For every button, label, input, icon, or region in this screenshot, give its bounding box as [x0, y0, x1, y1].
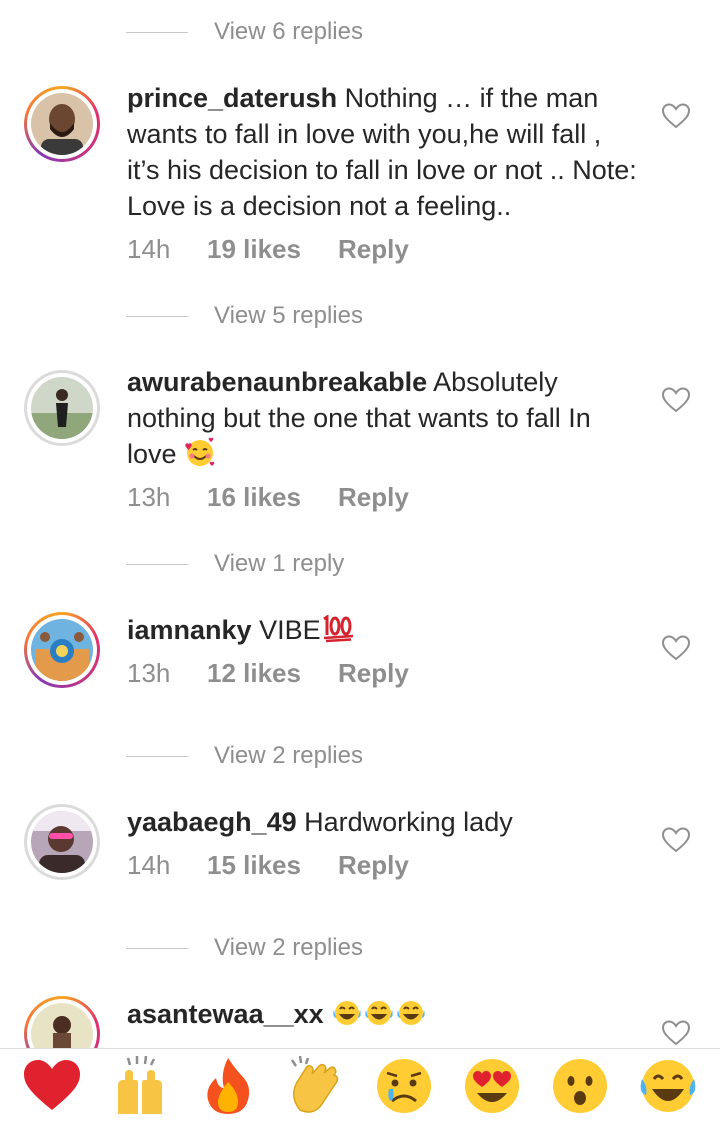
view-replies-row[interactable]: View 2 replies: [0, 736, 720, 776]
avatar[interactable]: [24, 804, 100, 880]
comment-likes[interactable]: 16 likes: [207, 479, 338, 515]
smiling-face-with-hearts-icon: [184, 437, 216, 478]
view-replies-row[interactable]: View 2 replies: [0, 928, 720, 968]
red-heart-icon[interactable]: [21, 1055, 83, 1117]
tears-of-joy-icon[interactable]: [637, 1055, 699, 1117]
comment-text: VIBE: [259, 615, 321, 645]
like-heart-icon[interactable]: [662, 1020, 690, 1046]
comment-likes[interactable]: 12 likes: [207, 655, 338, 691]
replies-divider-line: [126, 948, 188, 949]
reply-button[interactable]: Reply: [338, 479, 409, 515]
like-heart-icon[interactable]: [662, 103, 690, 129]
replies-divider-line: [126, 756, 188, 757]
replies-divider-line: [126, 564, 188, 565]
comment-meta: 13h 12 likes Reply: [127, 655, 409, 691]
avatar-image: [31, 619, 93, 681]
reply-button[interactable]: Reply: [338, 847, 409, 883]
comment-time: 14h: [127, 234, 171, 264]
reply-button[interactable]: Reply: [338, 655, 409, 691]
comment: asantewaa__xx: [0, 996, 720, 1048]
comment-username[interactable]: iamnanky: [127, 615, 252, 645]
comment-text: Hardworking lady: [304, 807, 513, 837]
comment-username[interactable]: prince_daterush: [127, 83, 337, 113]
like-heart-icon[interactable]: [662, 635, 690, 661]
like-heart-icon[interactable]: [662, 827, 690, 853]
comment-time: 13h: [127, 482, 171, 512]
avatar-image: [31, 1003, 93, 1048]
view-replies-link[interactable]: View 1 reply: [214, 544, 344, 584]
view-replies-row[interactable]: View 6 replies: [0, 12, 720, 52]
raising-hands-icon[interactable]: [109, 1055, 171, 1117]
view-replies-row[interactable]: View 5 replies: [0, 296, 720, 336]
view-replies-link[interactable]: View 2 replies: [214, 928, 363, 968]
comment-likes[interactable]: 19 likes: [207, 231, 338, 267]
fire-icon[interactable]: [197, 1055, 259, 1117]
tears-of-joy-icon: [331, 997, 427, 1038]
replies-divider-line: [126, 316, 188, 317]
comment-meta: 14h 15 likes Reply: [127, 847, 409, 883]
comment-likes[interactable]: 15 likes: [207, 847, 338, 883]
comment-username[interactable]: yaabaegh_49: [127, 807, 297, 837]
avatar-image: [31, 377, 93, 439]
comment-username[interactable]: asantewaa__xx: [127, 999, 324, 1029]
comment-username[interactable]: awurabenaunbreakable: [127, 367, 427, 397]
emoji-reaction-bar: [0, 1048, 720, 1123]
avatar[interactable]: [24, 996, 100, 1048]
comment-meta: 14h 19 likes Reply: [127, 231, 409, 267]
sad-face-icon[interactable]: [373, 1055, 435, 1117]
avatar-image: [31, 93, 93, 155]
avatar[interactable]: [24, 86, 100, 162]
view-replies-link[interactable]: View 6 replies: [214, 12, 363, 52]
replies-divider-line: [126, 32, 188, 33]
comment-meta: 13h 16 likes Reply: [127, 479, 409, 515]
avatar[interactable]: [24, 612, 100, 688]
avatar[interactable]: [24, 370, 100, 446]
like-heart-icon[interactable]: [662, 387, 690, 413]
avatar-image: [31, 811, 93, 873]
heart-eyes-icon[interactable]: [461, 1055, 523, 1117]
comment-time: 14h: [127, 850, 171, 880]
clapping-hands-icon[interactable]: [285, 1055, 347, 1117]
view-replies-link[interactable]: View 5 replies: [214, 296, 363, 336]
surprised-face-icon[interactable]: [549, 1055, 611, 1117]
reply-button[interactable]: Reply: [338, 231, 409, 267]
view-replies-link[interactable]: View 2 replies: [214, 736, 363, 776]
comment-time: 13h: [127, 658, 171, 688]
view-replies-row[interactable]: View 1 reply: [0, 544, 720, 584]
hundred-points-icon: [321, 614, 355, 652]
